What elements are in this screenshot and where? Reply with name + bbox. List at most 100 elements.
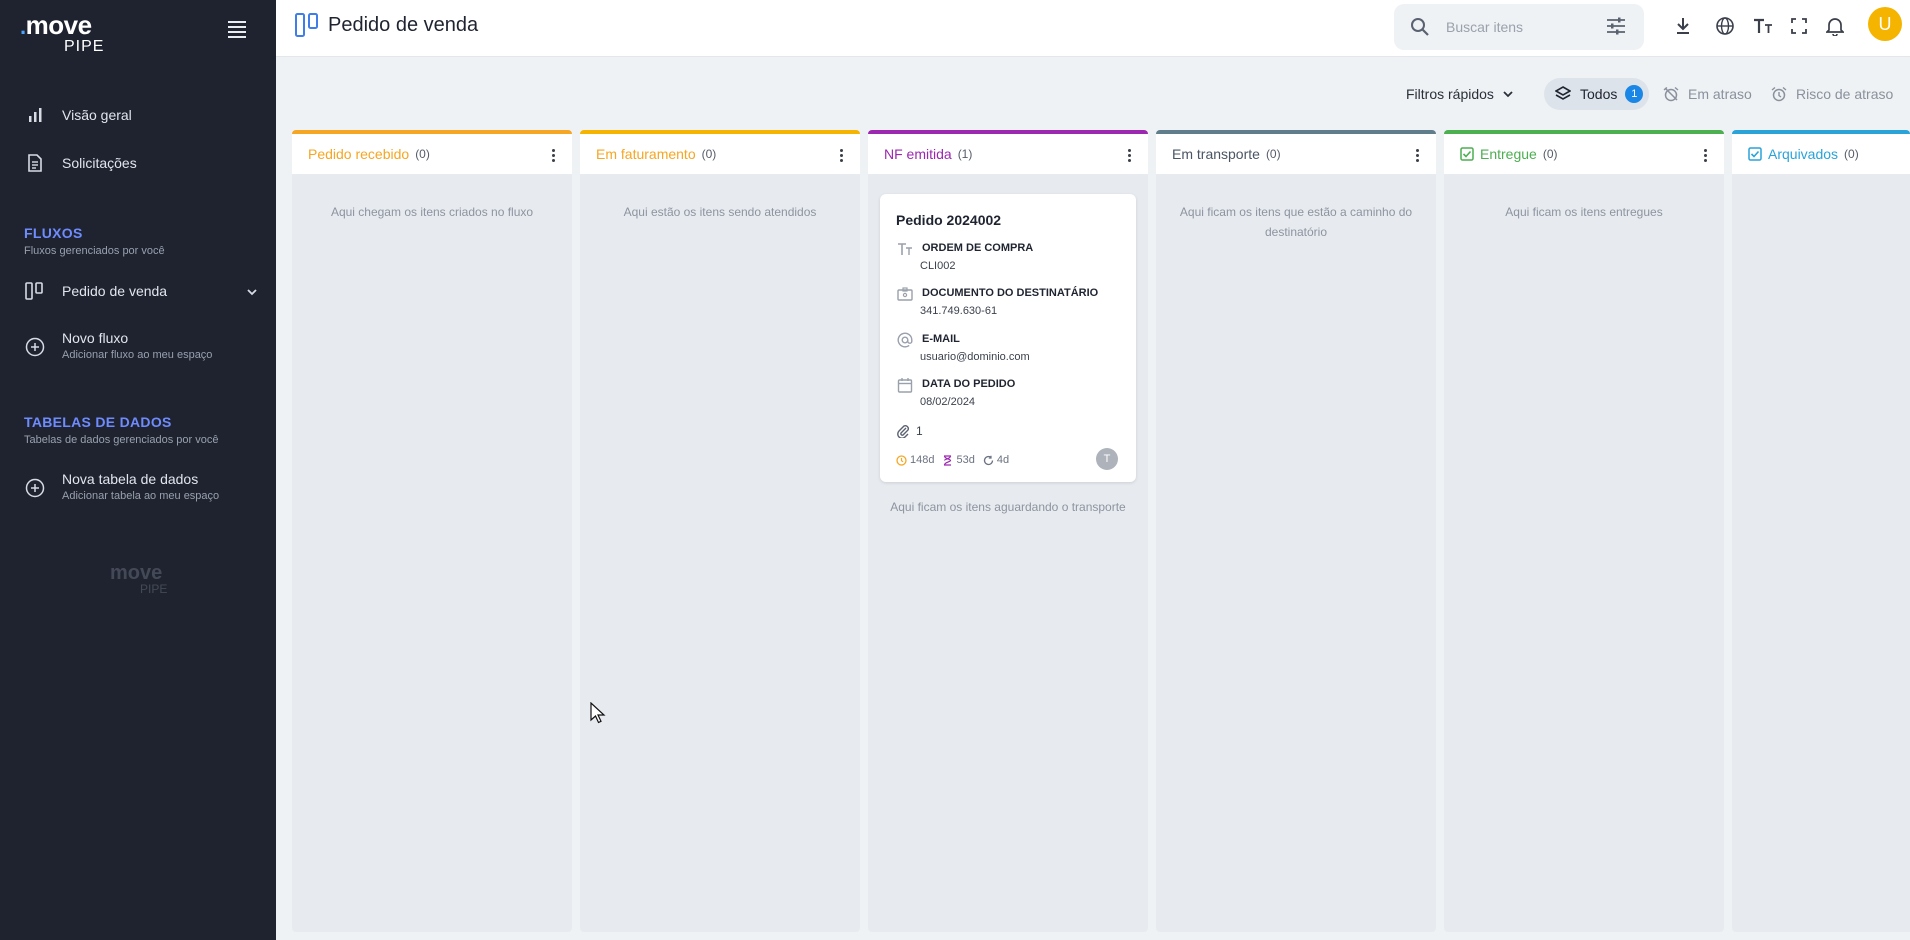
layers-icon [1554, 85, 1572, 103]
card-metrics: 148d 53d 4d [896, 454, 1017, 466]
text-icon [896, 240, 914, 258]
kanban-icon [294, 12, 320, 38]
column-count: (0) [701, 147, 717, 161]
column-title: Em transporte [1172, 146, 1260, 162]
chip-label: Risco de atraso [1796, 86, 1894, 102]
count-badge: 1 [1625, 85, 1644, 103]
column-title: Pedido recebido [308, 146, 410, 162]
bell-icon[interactable] [1822, 13, 1848, 39]
column-title: Em faturamento [596, 146, 696, 162]
movepipe-logo[interactable]: .move PIPE [20, 10, 110, 55]
section-subtitle-tabelas: Tabelas de dados gerenciados por você [24, 434, 219, 446]
new-table-button[interactable]: Nova tabela de dados Adicionar tabela ao… [24, 471, 219, 502]
section-subtitle-fluxos: Fluxos gerenciados por você [24, 245, 165, 257]
more-vert-icon[interactable] [546, 146, 560, 164]
kanban-icon [24, 280, 46, 302]
order-card[interactable]: Pedido 2024002 ORDEM DE COMPRA CLI002 DO… [880, 194, 1136, 482]
font-size-icon[interactable] [1750, 13, 1776, 39]
field-value: 341.749.630-61 [920, 305, 998, 317]
column-em-transporte: Em transporte (0) Aqui ficam os itens qu… [1156, 130, 1436, 932]
filters-bar: Filtros rápidos Todos 1 Em atraso Risco … [276, 78, 1910, 112]
at-icon [896, 331, 914, 349]
metric-update-time: 4d [983, 454, 1009, 466]
logo-subtext: PIPE [64, 38, 105, 55]
more-vert-icon[interactable] [1410, 146, 1424, 164]
globe-icon[interactable] [1712, 13, 1738, 39]
sidebar: .move PIPE Visão geral Solicitações FLUX… [0, 0, 276, 940]
assignee-avatar[interactable]: T [1096, 448, 1118, 470]
hourglass-icon [944, 454, 952, 466]
column-empty-text: Aqui ficam os itens entregues [1505, 205, 1663, 219]
chip-label: Em atraso [1688, 86, 1752, 102]
filter-settings-icon[interactable] [1606, 17, 1628, 37]
column-title: NF emitida [884, 146, 952, 162]
field-label: DOCUMENTO DO DESTINATÁRIO [922, 287, 1099, 299]
nav-label: Solicitações [62, 155, 137, 171]
more-vert-icon[interactable] [834, 146, 848, 164]
more-vert-icon[interactable] [1122, 146, 1136, 164]
column-count: (0) [1844, 147, 1859, 161]
metric-phase-time: 53d [942, 454, 975, 466]
field-label: DATA DO PEDIDO [922, 378, 1016, 390]
column-pedido-recebido: Pedido recebido (0) Aqui chegam os itens… [292, 130, 572, 932]
nav-label: Pedido de venda [62, 283, 168, 299]
document-icon [24, 152, 46, 174]
column-count: (1) [957, 147, 973, 161]
refresh-icon [983, 455, 993, 465]
mouse-cursor-icon [590, 701, 606, 724]
checkbox-checked-icon [1748, 147, 1762, 161]
download-icon[interactable] [1670, 13, 1696, 39]
column-header: Entregue (0) [1444, 130, 1724, 174]
field-value: 08/02/2024 [920, 396, 976, 408]
new-table-sublabel: Adicionar tabela ao meu espaço [62, 490, 220, 502]
bar-chart-icon [24, 104, 46, 126]
new-flow-label: Novo fluxo [62, 330, 129, 346]
alarm-icon [1770, 85, 1788, 103]
search-input[interactable] [1446, 16, 1596, 38]
chevron-down-icon [1503, 91, 1513, 98]
filter-chip-em-atraso[interactable]: Em atraso [1662, 78, 1752, 110]
fullscreen-icon[interactable] [1786, 13, 1812, 39]
field-value: usuario@dominio.com [920, 351, 1030, 363]
top-header: Pedido de venda U [276, 0, 1910, 57]
column-em-faturamento: Em faturamento (0) Aqui estão os itens s… [580, 130, 860, 932]
column-entregue: Entregue (0) Aqui ficam os itens entregu… [1444, 130, 1724, 932]
filter-chip-risco-de-atraso[interactable]: Risco de atraso [1770, 78, 1893, 110]
page-title: Pedido de venda [328, 14, 479, 36]
new-flow-sublabel: Adicionar fluxo ao meu espaço [62, 349, 213, 361]
column-title: Arquivados [1768, 146, 1839, 162]
metric-total-time: 148d [896, 454, 934, 466]
card-title: Pedido 2024002 [896, 212, 1002, 228]
chevron-down-icon[interactable] [246, 284, 258, 302]
section-title-tabelas: TABELAS DE DADOS [24, 414, 172, 430]
field-value: CLI002 [920, 260, 956, 272]
attachments-count: 1 [896, 424, 923, 438]
quick-filters-dropdown[interactable]: Filtros rápidos [1406, 86, 1514, 102]
filter-chip-todos[interactable]: Todos 1 [1544, 78, 1650, 110]
id-card-icon [896, 285, 914, 303]
field-label: ORDEM DE COMPRA [922, 242, 1034, 254]
column-header: Pedido recebido (0) [292, 130, 572, 174]
nav-label: Visão geral [62, 107, 132, 123]
user-avatar[interactable]: U [1868, 7, 1902, 41]
column-arquivados: Arquivados (0) [1732, 130, 1910, 932]
search-box [1394, 4, 1644, 50]
column-header: Arquivados (0) [1732, 130, 1910, 174]
calendar-icon [896, 376, 914, 394]
field-label: E-MAIL [922, 333, 960, 345]
nav-item-solicitacoes[interactable]: Solicitações [24, 152, 137, 174]
menu-toggle-icon[interactable] [226, 18, 248, 40]
sidebar-item-pedido-de-venda[interactable]: Pedido de venda [24, 280, 258, 302]
column-header: NF emitida (1) [868, 130, 1148, 174]
search-icon [1410, 17, 1430, 37]
checkbox-checked-icon [1460, 147, 1474, 161]
column-count: (0) [1542, 147, 1558, 161]
column-header: Em faturamento (0) [580, 130, 860, 174]
paperclip-icon [897, 425, 909, 438]
column-count: (0) [1265, 147, 1281, 161]
alarm-off-icon [1662, 85, 1680, 103]
new-flow-button[interactable]: Novo fluxo Adicionar fluxo ao meu espaço [24, 330, 212, 361]
more-vert-icon[interactable] [1698, 146, 1712, 164]
plus-circle-icon [24, 336, 46, 358]
nav-item-visao-geral[interactable]: Visão geral [24, 104, 132, 126]
